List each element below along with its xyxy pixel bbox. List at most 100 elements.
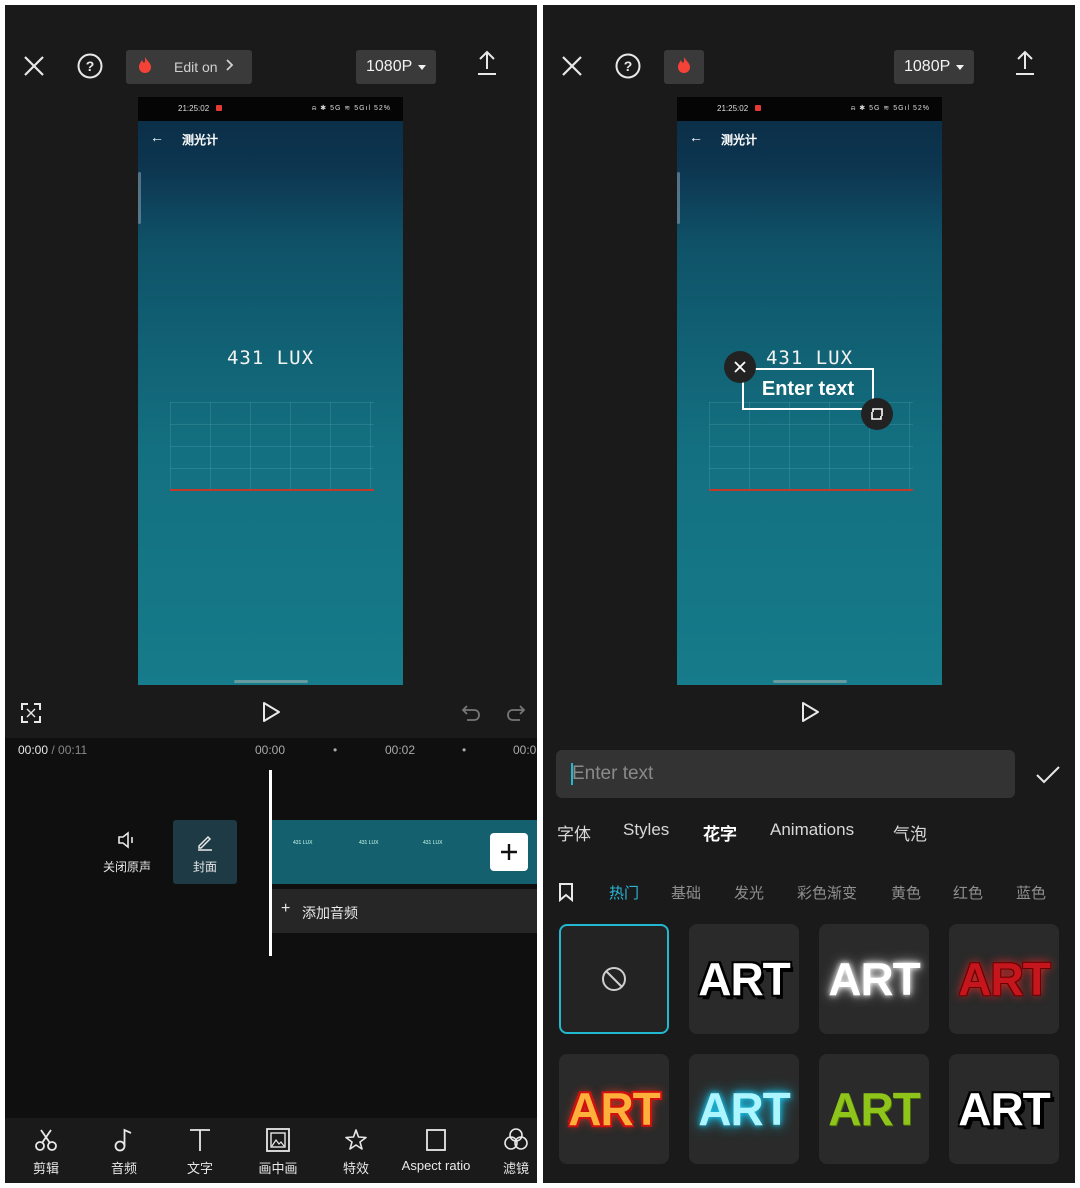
tool-label: Aspect ratio (401, 1158, 471, 1173)
close-icon (734, 361, 746, 373)
back-arrow-icon: ← (689, 129, 703, 145)
export-icon[interactable] (1012, 49, 1038, 77)
category-red[interactable]: 红色 (953, 882, 983, 903)
pencil-icon (198, 835, 212, 851)
plus-icon (501, 844, 517, 860)
phone-status-icons: ⍾ ✱ 5G ≋ 5Gıl 52% (311, 105, 391, 112)
art-preview: ART (698, 1083, 791, 1135)
export-icon[interactable] (474, 49, 500, 77)
edit-on-button[interactable] (664, 50, 704, 84)
art-preview: ART (828, 953, 921, 1005)
add-audio-label: 添加音频 (302, 905, 358, 921)
tool-filters[interactable]: 滤镜 (481, 1127, 537, 1177)
delete-overlay-button[interactable] (724, 351, 756, 383)
category-hot[interactable]: 热门 (609, 882, 639, 903)
tool-audio[interactable]: 音频 (89, 1127, 159, 1177)
art-style-tile[interactable]: ART (689, 924, 799, 1034)
clip-thumb-label: 431 LUX (293, 840, 313, 846)
bookmark-icon[interactable] (556, 881, 576, 903)
total-time: / 00:11 (51, 743, 88, 757)
text-editor-panel: ? 1080P 21:25:02 ⍾ ✱ 5G ≋ 5Gıl 52% ← 测光计… (543, 5, 1075, 1183)
text-input-field[interactable]: Enter text (556, 750, 1015, 798)
cover-button[interactable]: 封面 (173, 820, 237, 884)
redo-icon[interactable] (505, 702, 527, 724)
ruler-dot: • (462, 743, 467, 757)
art-style-tile[interactable]: ART (949, 1054, 1059, 1164)
chart-line (709, 489, 913, 491)
confirm-check-icon[interactable] (1033, 762, 1063, 788)
art-style-tile[interactable]: ART (689, 1054, 799, 1164)
help-icon[interactable]: ? (614, 52, 642, 80)
phone-status-bar: 21:25:02 ⍾ ✱ 5G ≋ 5Gıl 52% (677, 97, 942, 121)
art-style-tile[interactable]: ART (949, 924, 1059, 1034)
add-clip-button[interactable] (490, 833, 528, 871)
play-icon[interactable] (259, 699, 283, 725)
music-note-icon (114, 1128, 132, 1152)
tool-label: 音频 (110, 1161, 137, 1176)
resolution-label: 1080P (904, 58, 951, 75)
time-display: 00:00 / 00:11 (18, 743, 87, 757)
speaker-icon (118, 831, 133, 849)
video-preview[interactable]: 21:25:02 ⍾ ✱ 5G ≋ 5Gıl 52% ← 测光计 431 LUX (138, 97, 403, 685)
home-indicator (234, 680, 308, 683)
category-gradient[interactable]: 彩色渐变 (797, 882, 857, 903)
help-icon[interactable]: ? (76, 52, 104, 80)
ruler-dot: • (333, 743, 338, 757)
resolution-dropdown[interactable]: 1080P (894, 50, 975, 84)
close-icon[interactable] (559, 53, 585, 79)
category-blue[interactable]: 蓝色 (1016, 882, 1046, 903)
tab-animations[interactable]: Animations (770, 820, 854, 840)
undo-icon[interactable] (460, 702, 482, 724)
tab-font[interactable]: 字体 (557, 820, 591, 845)
art-preview: ART (958, 1083, 1051, 1135)
ruler-tick-0: 00:00 (255, 743, 286, 757)
tool-aspect-ratio[interactable]: Aspect ratio (391, 1127, 481, 1173)
phone-time: 21:25:02 (717, 104, 749, 113)
current-time: 00:00 (18, 743, 49, 757)
art-style-tile[interactable]: ART (559, 1054, 669, 1164)
bottom-toolbar: 剪辑 音频 文字 画中画 特效 Aspect ratio 滤镜 (5, 1127, 537, 1183)
category-glow[interactable]: 发光 (734, 882, 764, 903)
phone-app-title: 测光计 (721, 133, 758, 147)
style-none-tile[interactable] (559, 924, 669, 1034)
category-yellow[interactable]: 黄色 (891, 882, 921, 903)
fullscreen-icon[interactable] (19, 701, 43, 725)
playhead[interactable] (269, 770, 272, 956)
text-overlay-box[interactable]: Enter text (742, 368, 874, 410)
aspect-ratio-icon (426, 1129, 446, 1151)
tab-fancy-text[interactable]: 花字 (703, 820, 737, 845)
art-preview: ART (698, 953, 791, 1005)
tool-label: 滤镜 (502, 1161, 529, 1176)
tab-bubble[interactable]: 气泡 (893, 820, 927, 845)
edit-on-button[interactable]: Edit on (126, 50, 252, 84)
play-icon[interactable] (798, 699, 822, 725)
lux-reading: 431 LUX (226, 347, 315, 369)
lux-reading: 431 LUX (765, 347, 854, 369)
category-basic[interactable]: 基础 (671, 882, 701, 903)
back-arrow-icon: ← (150, 129, 164, 145)
record-dot-icon (216, 105, 222, 111)
svg-text:?: ? (624, 58, 633, 74)
art-style-tile[interactable]: ART (819, 1054, 929, 1164)
filter-circles-icon (504, 1128, 528, 1150)
art-style-tile[interactable]: ART (819, 924, 929, 1034)
tool-label: 特效 (342, 1161, 369, 1176)
scroll-thumb (677, 172, 680, 224)
resolution-dropdown[interactable]: 1080P (356, 50, 437, 84)
text-input-placeholder: Enter text (572, 763, 654, 784)
add-audio-button[interactable]: + 添加音频 (271, 889, 537, 933)
tab-styles[interactable]: Styles (623, 820, 669, 840)
flame-icon (138, 56, 152, 79)
tool-effects[interactable]: 特效 (321, 1127, 391, 1177)
tool-label: 剪辑 (32, 1161, 59, 1176)
close-icon[interactable] (21, 53, 47, 79)
rotate-scale-handle[interactable] (861, 398, 893, 430)
tool-text[interactable]: 文字 (165, 1127, 235, 1177)
text-icon (190, 1129, 210, 1151)
tool-edit[interactable]: 剪辑 (11, 1127, 81, 1177)
flame-icon (677, 56, 691, 79)
tool-pip[interactable]: 画中画 (243, 1127, 313, 1177)
mute-original-audio-button[interactable]: 关闭原声 (97, 831, 157, 875)
chevron-right-icon (225, 58, 234, 76)
phone-app-title: 测光计 (182, 133, 219, 147)
